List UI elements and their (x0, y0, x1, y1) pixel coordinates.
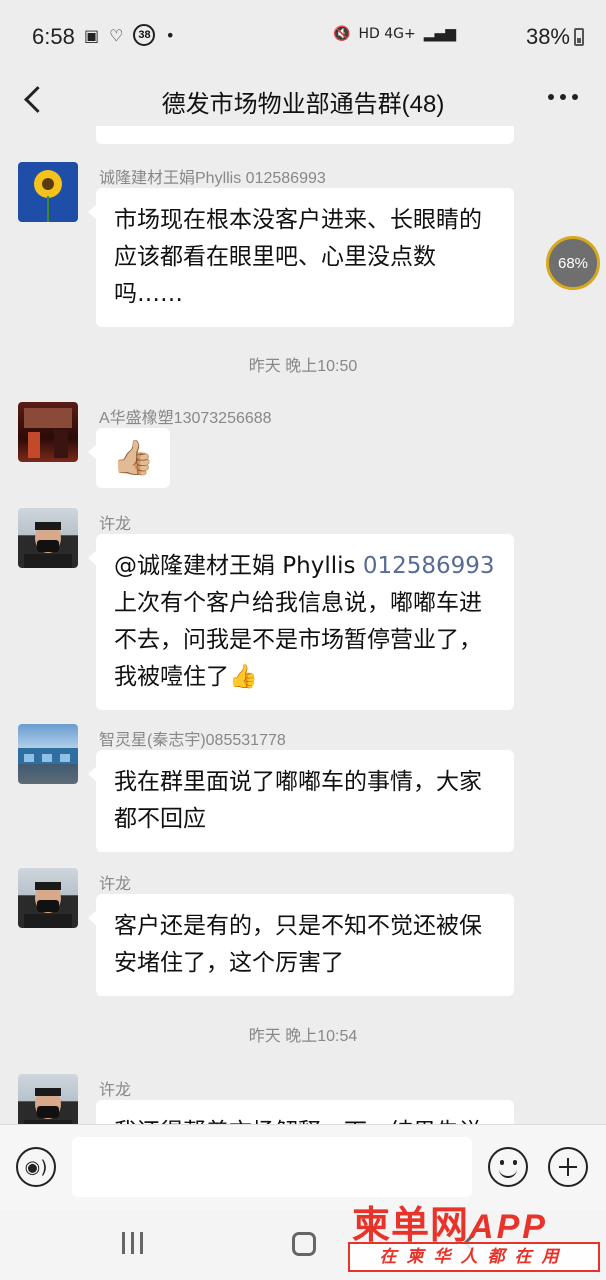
message-bubble[interactable]: 我在群里面说了嘟嘟车的事情，大家都不回应 (88, 750, 514, 852)
watermark-slogan: 在柬华人都在用 (348, 1242, 600, 1272)
sender-name: 诚隆建材王娟Phyllis 012586993 (99, 170, 326, 187)
watermark-logo: 柬单网APP 在柬华人都在用 (348, 1194, 600, 1276)
avatar[interactable] (18, 402, 78, 462)
previous-message-bubble[interactable] (96, 126, 514, 144)
sender-name: 许龙 (99, 876, 132, 893)
voice-icon[interactable]: ◉) (16, 1147, 56, 1187)
sender-name: 智灵星(秦志宇)085531778 (99, 732, 286, 749)
floating-progress-badge[interactable]: 68% (546, 236, 600, 290)
more-dots-icon[interactable] (548, 88, 578, 106)
mention-name[interactable]: @诚隆建材王娟 Phyllis (114, 553, 363, 579)
message-text: 上次有个客户给我信息说，嘟嘟车进不去，问我是不是市场暂停营业了，我被噎住了👍 (114, 590, 482, 690)
avatar[interactable] (18, 162, 78, 222)
mute-icon: 🔇 (333, 26, 351, 42)
message-input[interactable] (72, 1137, 472, 1197)
battery-percent: 38% (525, 24, 570, 49)
sender-name: 许龙 (99, 516, 132, 533)
battery-icon (574, 28, 584, 46)
dot-icon: • (165, 25, 175, 45)
sender-name: A华盛橡塑13073256688 (99, 410, 272, 427)
timestamp: 昨天 晚上10:50 (248, 358, 358, 375)
network-label: HD 4G+ (358, 26, 416, 42)
sender-name: 许龙 (99, 1082, 132, 1099)
status-bar: 6:58 ▣ ♡ 38 • 🔇 HD 4G+ ▂▄▆ 38% (0, 0, 606, 72)
watermark-brand: 柬单网APP (352, 1203, 548, 1247)
mention-number[interactable]: 012586993 (363, 553, 495, 579)
avatar[interactable] (18, 1074, 78, 1124)
chat-header: 德发市场物业部通告群(48) (0, 72, 606, 126)
avatar[interactable] (18, 508, 78, 568)
message-bubble[interactable]: 客户还是有的，只是不知不觉还被保安堵住了，这个厉害了 (88, 894, 514, 996)
avatar[interactable] (18, 724, 78, 784)
signal-icon: ▂▄▆ (423, 26, 456, 42)
plus-icon[interactable] (548, 1147, 588, 1187)
avatar[interactable] (18, 868, 78, 928)
message-bubble[interactable]: 市场现在根本没客户进来、长眼睛的应该都看在眼里吧、心里没点数吗…… (88, 188, 514, 327)
message-bubble[interactable]: @诚隆建材王娟 Phyllis 012586993 上次有个客户给我信息说，嘟嘟… (88, 534, 514, 710)
chat-title: 德发市场物业部通告群(48) (161, 91, 445, 118)
chat-messages[interactable]: 诚隆建材王娟Phyllis 012586993 市场现在根本没客户进来、长眼睛的… (0, 126, 606, 1124)
emoji-bubble[interactable]: 👍🏼 (87, 428, 171, 488)
message-bubble[interactable]: 我还得帮着市场解释一下，结果先说 (96, 1100, 514, 1124)
status-right-icons: 🔇 HD 4G+ ▂▄▆ (333, 26, 456, 42)
timestamp: 昨天 晚上10:54 (248, 1028, 358, 1045)
status-time: 6:58 (32, 24, 75, 49)
recent-apps-icon[interactable] (122, 1232, 143, 1254)
gallery-icon: ▣ (84, 25, 100, 45)
battery: 38% (526, 24, 584, 50)
emoji-icon[interactable] (488, 1147, 528, 1187)
notification-badge: 38 (133, 24, 156, 46)
shield-icon: ♡ (109, 25, 124, 45)
status-left-icons: ▣ ♡ 38 • (84, 24, 175, 46)
home-icon[interactable] (292, 1232, 316, 1256)
